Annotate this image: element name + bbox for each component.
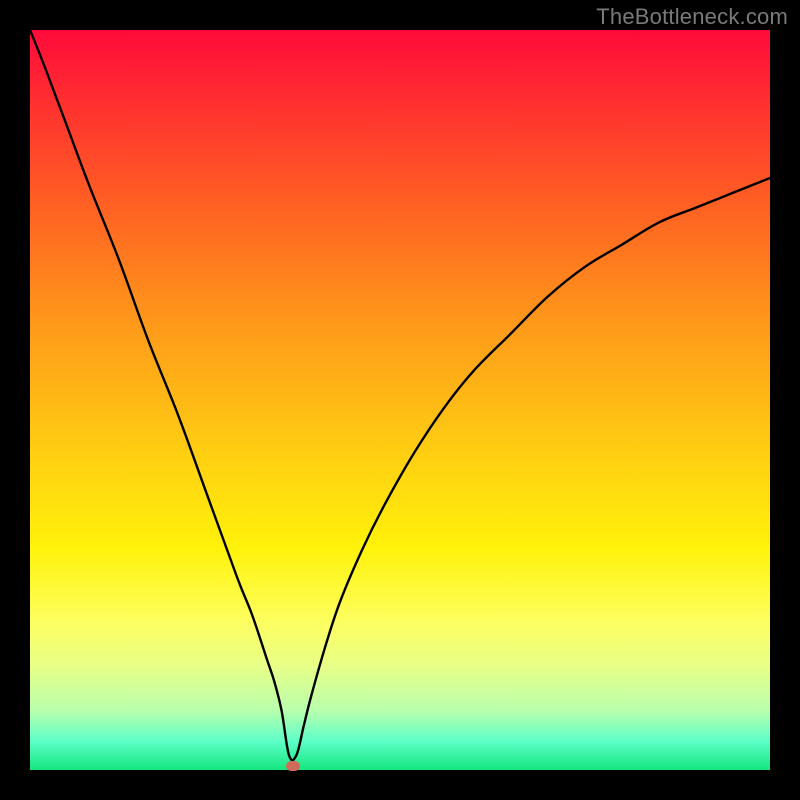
optimum-marker bbox=[286, 761, 300, 771]
bottleneck-curve-plot bbox=[30, 30, 770, 770]
curve-line bbox=[30, 30, 770, 760]
watermark-text: TheBottleneck.com bbox=[596, 4, 788, 30]
